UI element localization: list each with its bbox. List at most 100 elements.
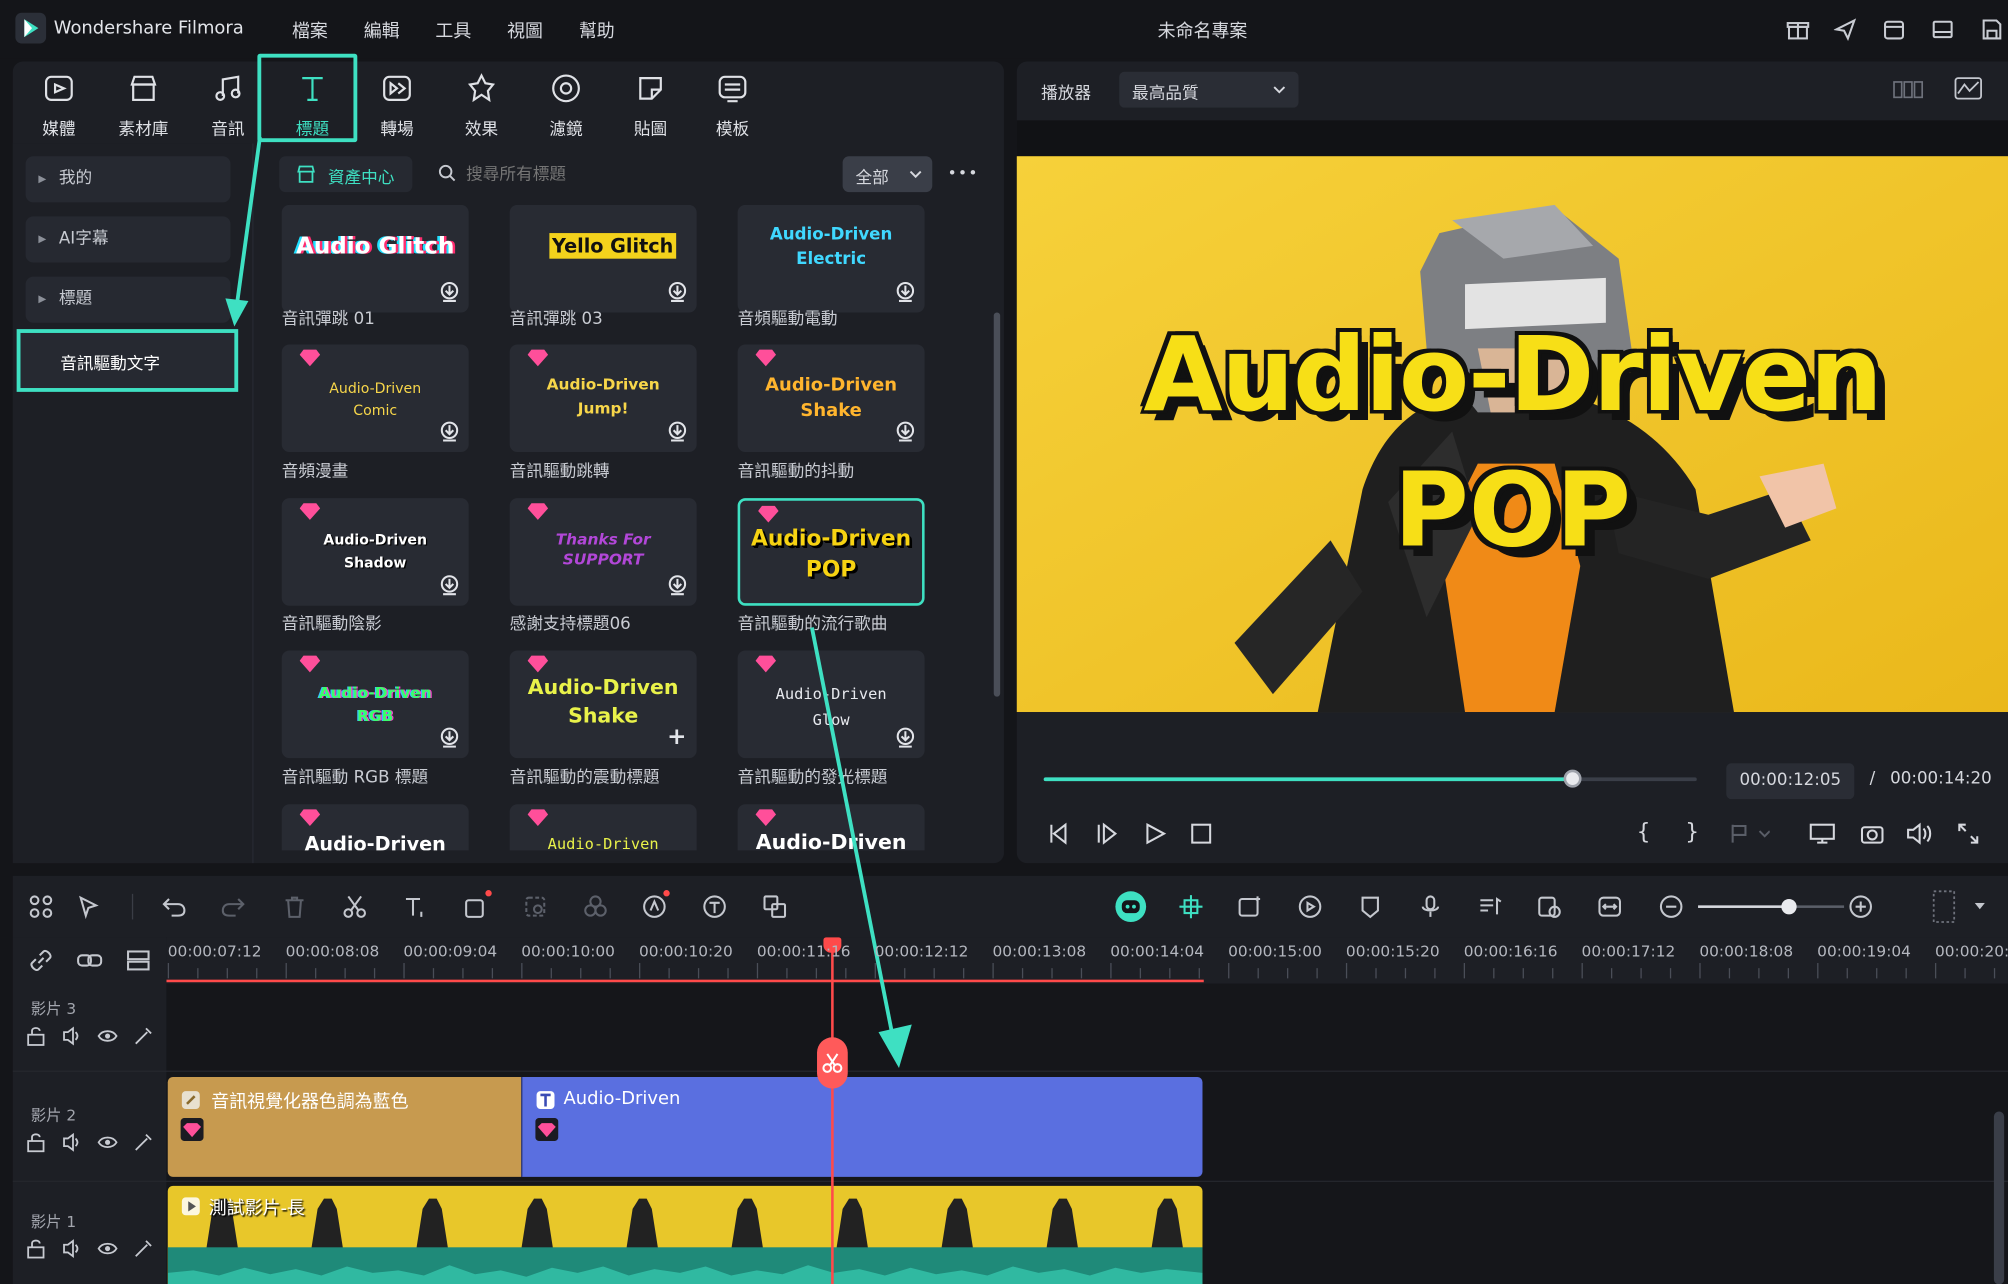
search-input[interactable] <box>466 158 825 190</box>
speaker-icon[interactable] <box>61 1132 81 1152</box>
eye-icon[interactable] <box>97 1132 118 1152</box>
link-chain-icon[interactable] <box>28 948 54 974</box>
mark-out-button[interactable]: } <box>1685 820 1699 846</box>
speaker-icon[interactable] <box>61 1238 81 1259</box>
tab-templates[interactable]: 模板 <box>697 72 769 140</box>
title-card[interactable]: Audio-Driven Jump! <box>509 344 697 453</box>
playback-progress-track[interactable] <box>1043 769 1697 788</box>
download-icon[interactable] <box>440 727 459 748</box>
asset-center-button[interactable]: 資產中心 <box>279 156 413 193</box>
tab-filters[interactable]: 濾鏡 <box>530 72 602 140</box>
speaker-icon[interactable] <box>61 1026 81 1046</box>
timeline-vertical-scrollbar[interactable] <box>1993 1111 2005 1284</box>
translate-icon[interactable] <box>762 894 788 920</box>
select-pointer-icon[interactable] <box>77 894 103 920</box>
layout-icon[interactable] <box>1931 18 1954 41</box>
title-card[interactable]: Audio-Driven Shake <box>737 344 925 453</box>
add-text-icon[interactable] <box>402 894 428 920</box>
sidebar-item-audio-driven-text[interactable]: 音訊驅動文字 <box>16 329 239 392</box>
add-plus-icon[interactable]: + <box>667 724 686 751</box>
step-forward-icon[interactable] <box>1094 822 1120 845</box>
title-clip[interactable]: Audio-Driven <box>521 1076 1203 1177</box>
eye-icon[interactable] <box>97 1238 118 1258</box>
title-card[interactable]: Thanks For SUPPORT <box>509 498 697 606</box>
zoom-out-icon[interactable] <box>1658 894 1684 920</box>
download-icon[interactable] <box>668 421 687 442</box>
download-icon[interactable] <box>440 281 459 302</box>
zoom-in-icon[interactable] <box>1848 894 1874 920</box>
title-card[interactable]: Audio-Driven RGB <box>281 650 469 759</box>
speed-ramp-icon[interactable] <box>1297 894 1323 920</box>
fit-width-icon[interactable] <box>1597 894 1623 920</box>
step-back-icon[interactable] <box>1045 822 1071 845</box>
undo-icon[interactable] <box>161 894 187 920</box>
download-icon[interactable] <box>668 281 687 302</box>
tab-effects[interactable]: 效果 <box>446 72 518 140</box>
chevron-down-icon[interactable] <box>1974 902 1985 911</box>
tab-media[interactable]: 媒體 <box>23 72 95 140</box>
library-scrollbar[interactable] <box>993 312 1001 697</box>
speech-to-text-icon[interactable] <box>702 894 728 920</box>
menu-help[interactable]: 幫助 <box>579 18 615 44</box>
title-card-selected[interactable]: Audio-Driven POP <box>737 498 925 606</box>
sidebar-item-mine[interactable]: ▶ 我的 <box>25 156 231 203</box>
menu-view[interactable]: 視圖 <box>507 18 543 44</box>
track-manager-icon[interactable] <box>125 948 151 974</box>
title-card[interactable]: Audio-Driven <box>281 804 469 851</box>
eye-icon[interactable] <box>97 1026 118 1046</box>
stop-icon[interactable] <box>1191 823 1212 844</box>
title-card[interactable]: Audio-Driven <box>509 804 697 851</box>
scope-chart-icon[interactable] <box>1954 77 1982 100</box>
title-card[interactable]: Audio-Driven Shake + <box>509 650 697 759</box>
marker-shield-icon[interactable] <box>1357 894 1383 920</box>
title-card[interactable]: Yello Glitch <box>509 204 697 313</box>
download-icon[interactable] <box>896 281 915 302</box>
video-clip[interactable]: 測試影片-長 <box>167 1185 1203 1284</box>
download-icon[interactable] <box>440 575 459 596</box>
sidebar-item-ai-subtitles[interactable]: ▶ AI字幕 <box>25 216 231 263</box>
menu-file[interactable]: 檔案 <box>292 18 328 44</box>
volume-icon[interactable] <box>1906 822 1934 845</box>
delete-trash-icon[interactable] <box>282 894 308 920</box>
tab-stickers[interactable]: 貼圖 <box>615 72 687 140</box>
menu-edit[interactable]: 編輯 <box>364 18 400 44</box>
menu-tools[interactable]: 工具 <box>435 18 471 44</box>
download-icon[interactable] <box>668 575 687 596</box>
gift-icon[interactable] <box>1786 18 1810 41</box>
title-card[interactable]: Audio-Driven Electric <box>737 204 925 313</box>
ai-assistant-icon[interactable] <box>1115 891 1147 923</box>
crop-shape-icon[interactable] <box>464 890 492 920</box>
save-icon[interactable] <box>1980 18 2003 41</box>
zoom-slider-handle[interactable] <box>1781 898 1797 915</box>
download-icon[interactable] <box>440 421 459 442</box>
auto-sync-icon[interactable] <box>1537 894 1563 920</box>
download-icon[interactable] <box>896 421 915 442</box>
magic-wand-icon[interactable] <box>133 1026 153 1046</box>
send-icon[interactable] <box>1833 18 1857 42</box>
audio-mixer-icon[interactable] <box>1478 894 1504 920</box>
magic-wand-icon[interactable] <box>133 1238 153 1258</box>
snapshot-camera-icon[interactable] <box>1859 822 1885 845</box>
display-icon[interactable] <box>1808 822 1839 845</box>
playback-progress-handle[interactable] <box>1563 769 1582 788</box>
fullscreen-icon[interactable] <box>1957 822 1980 845</box>
lock-icon[interactable] <box>26 1026 46 1046</box>
quality-dropdown[interactable]: 最高品質 <box>1119 71 1299 108</box>
grid-view-icon[interactable] <box>1893 79 1924 99</box>
add-keyframe-icon[interactable] <box>1237 894 1263 920</box>
calendar-icon[interactable] <box>1882 18 1905 41</box>
tab-transitions[interactable]: 轉場 <box>361 72 433 140</box>
audio-visualizer-clip[interactable]: 音訊視覺化器色調為藍色 <box>167 1076 522 1177</box>
redo-icon[interactable] <box>220 894 246 920</box>
title-card[interactable]: Audio Glitch <box>281 204 469 313</box>
microphone-icon[interactable] <box>1418 894 1444 920</box>
lock-icon[interactable] <box>26 1238 46 1259</box>
color-match-icon[interactable] <box>583 894 609 920</box>
sidebar-item-titles[interactable]: ▶ 標題 <box>25 276 231 323</box>
more-options-button[interactable]: ••• <box>948 164 979 182</box>
filter-dropdown[interactable]: 全部 <box>842 156 933 193</box>
tab-store[interactable]: 素材庫 <box>108 72 180 140</box>
split-scissors-icon[interactable] <box>342 894 368 920</box>
group-link-icon[interactable] <box>77 948 103 974</box>
magic-wand-icon[interactable] <box>133 1132 153 1152</box>
